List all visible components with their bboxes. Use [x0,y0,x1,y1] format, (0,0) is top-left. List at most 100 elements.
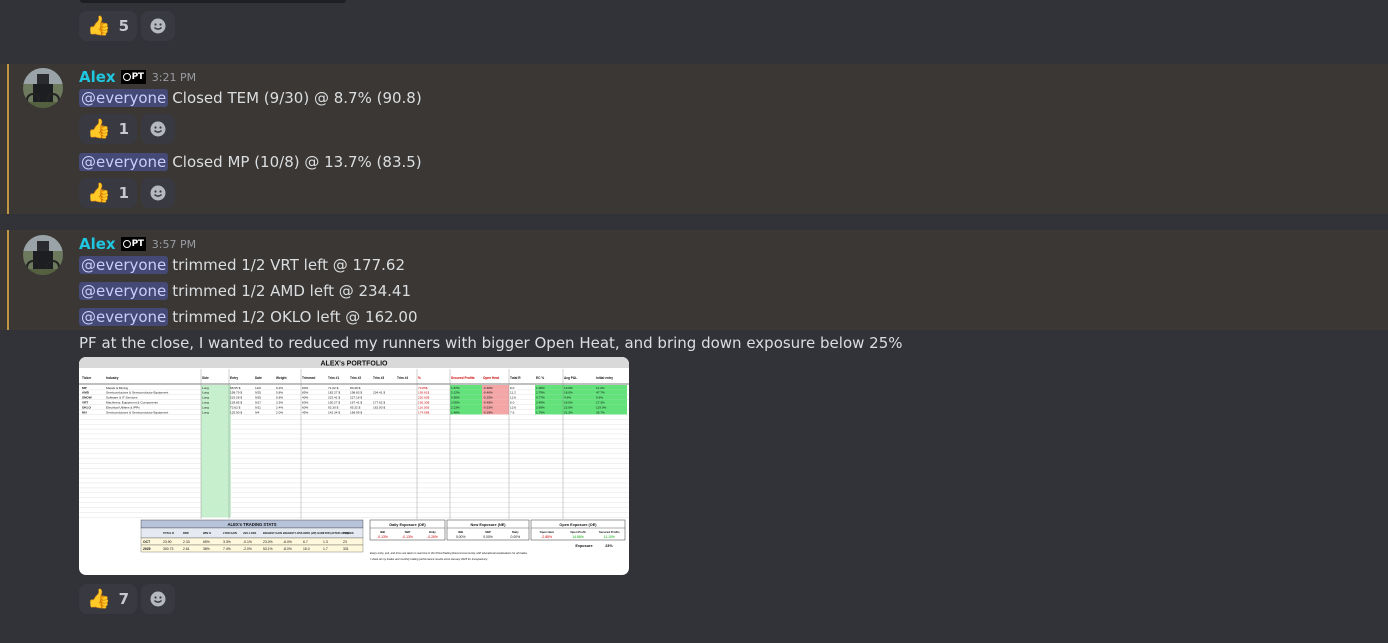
cell-text: OKLO [82,405,92,409]
cell-text: 2.69% [536,405,545,409]
cell-text: 35.7% [596,410,605,414]
cell-text: 6.2% [276,386,283,390]
profit-cell [535,404,627,410]
side-cell [201,512,231,518]
cell-text: 2.49% [536,401,545,405]
timestamp: 3:57 PM [151,237,197,251]
server-tag[interactable]: PT [120,70,146,84]
cell-text: 0.77% [536,396,545,400]
cell-text: 60% [302,405,308,409]
avatar[interactable] [23,235,63,275]
cell-text: 18.0% [564,391,573,395]
thumbs-up-icon: 👍 [87,117,111,140]
stats-cell: 23 [343,540,347,544]
cell-text: 158.79 $ [230,391,242,395]
column-header: Open Heat [483,376,500,380]
exposure-label: SBP [485,530,491,534]
column-header: Date [255,376,262,380]
add-reaction-button[interactable] [141,11,176,41]
cell-text: 177.62 $ [373,401,385,405]
side-cell [201,438,231,444]
stats-header: TRADES [343,531,354,535]
cell-text: 129.85 $ [230,401,242,405]
column-header: Trim #3 [373,376,384,380]
stats-cell: -0.1% [243,540,252,544]
exposure-value: 0.00% [483,535,493,539]
message-group-1 [0,64,1388,214]
exposure-total-label: Exposure [575,544,592,548]
cell-text: 198.83 $ [350,391,362,395]
cell-text: 4.9% [564,396,571,400]
cell-text: 9/4 [255,410,260,414]
side-cell [201,419,231,425]
mention-everyone[interactable]: @everyone [79,308,169,326]
stats-cell: 53.1% [263,547,273,551]
author-name[interactable]: Alex [79,68,116,86]
stats-cell: OCT [143,540,151,544]
message-text: trimmed 1/2 VRT left @ 177.62 [172,256,406,274]
cell-text: 95.32 $ [350,405,361,409]
cell-text: 68.55 $ [230,386,241,390]
side-cell [201,478,231,483]
column-header: Weight [276,376,288,380]
thumbs-up-reaction[interactable]: 👍 7 [79,584,138,614]
column-header: Ticker [82,376,92,380]
cell-text: Electrical Utilities & IPPs [106,405,140,409]
stats-cell: 300.73 [163,547,173,551]
cell-text: -0.25% [483,396,493,400]
cell-text: 92.30 $ [328,405,339,409]
stats-cell: 1.3 [323,540,328,544]
cell-text: 73.62 $ [230,405,241,409]
column-header: Trimmed [302,376,315,380]
cell-text: 11.2 [510,391,516,395]
message-header: Alex PT 3:21 PM [79,68,196,86]
author-name[interactable]: Alex [79,235,116,253]
thumbs-up-reaction[interactable]: 👍 1 [79,178,138,208]
mention-everyone[interactable]: @everyone [79,89,169,107]
side-cell [201,429,231,434]
thumbs-up-reaction[interactable]: 👍 5 [79,11,138,41]
cell-text: 150.27 $ [328,401,340,405]
column-header: Initial entry [596,376,613,380]
cell-text: MP [82,386,87,390]
stats-cell: 1.7 [323,547,328,551]
cell-text: -0.48% [483,386,493,390]
cell-text: -0.48% [483,401,493,405]
exposure-label: Daily [429,530,436,534]
cell-text: 2.79% [536,391,545,395]
cell-text: 3.05% [451,401,460,405]
cell-text: 9.6% [596,396,603,400]
add-reaction-button[interactable] [141,584,176,614]
server-tag[interactable]: PT [120,237,146,251]
cell-text: 1.48% [451,410,460,414]
stats-cell: 331 [343,547,349,551]
add-reaction-button[interactable] [141,114,176,144]
stats-cell: -2.0% [243,547,252,551]
cell-text: -0.39% [483,410,493,414]
stats-cell: 3.3% [223,540,231,544]
cell-text: 71.02 $ [328,386,339,390]
smiley-plus-icon [150,591,166,607]
exposure-value: -0.13% [377,535,388,539]
exposure-total-value: 23% [605,544,613,548]
profit-cell [535,385,627,390]
cell-text: Semiconductors & Semiconductor Equipment [106,391,168,395]
cell-text: Long [202,396,209,400]
stats-cell: 6.7 [303,540,308,544]
stats-cell: 23.0% [263,540,273,544]
exposure-value: -0.26% [427,535,438,539]
cell-text: 12/2 [255,386,261,390]
thumbs-up-reaction[interactable]: 👍 1 [79,114,138,144]
avatar[interactable] [23,68,63,108]
side-cell [201,424,231,430]
mention-everyone[interactable]: @everyone [79,282,169,300]
smiley-plus-icon [150,18,166,34]
cell-text: 9/17 [255,401,261,405]
portfolio-image[interactable]: ALEX's PORTFOLIO Ticker Industry Side Entry D… [79,357,629,575]
side-cell [201,492,231,498]
mention-everyone[interactable]: @everyone [79,153,169,171]
smiley-plus-icon [150,185,166,201]
cell-text: Long [202,391,209,395]
mention-everyone[interactable]: @everyone [79,256,169,274]
add-reaction-button[interactable] [141,178,176,208]
